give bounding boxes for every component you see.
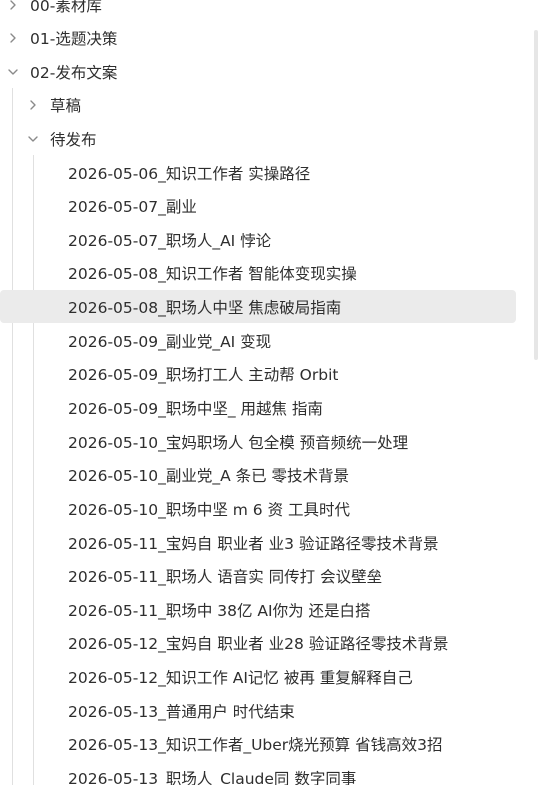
chevron-right-icon[interactable] xyxy=(6,0,20,12)
file-label: 2026-05-11_职场中 38亿 AI你为 还是白搭 xyxy=(68,601,371,620)
folder-label: 01-选题决策 xyxy=(30,29,118,48)
folder-pending[interactable]: 待发布 xyxy=(26,122,526,155)
chevron-right-icon[interactable] xyxy=(26,98,40,112)
scrollbar-thumb[interactable] xyxy=(534,30,538,360)
file-item[interactable]: 2026-05-11_宝妈自 职业者 业3 验证路径零技术背景 xyxy=(68,526,508,559)
file-label: 2026-05-13_职场人_Claude同 数字同事 xyxy=(68,769,357,785)
file-label: 2026-05-13_普通用户 时代结束 xyxy=(68,702,295,721)
file-label: 2026-05-10_宝妈职场人 包全模 预音频统一处理 xyxy=(68,433,409,452)
file-item[interactable]: 2026-05-13_职场人_Claude同 数字同事 xyxy=(68,761,508,785)
file-label: 2026-05-08_知识工作者 智能体变现实操 xyxy=(68,264,357,283)
file-item[interactable]: 2026-05-12_知识工作 AI记忆 被再 重复解释自己 xyxy=(68,660,508,693)
indent-guide xyxy=(12,88,13,785)
folder-label: 02-发布文案 xyxy=(30,63,118,82)
file-label: 2026-05-07_副业 xyxy=(68,197,197,216)
file-item[interactable]: 2026-05-07_职场人_AI 悖论 xyxy=(68,223,508,256)
file-label: 2026-05-09_职场打工人 主动帮 Orbit xyxy=(68,365,339,384)
file-item-selected[interactable]: 2026-05-08_职场人中坚 焦虑破局指南 xyxy=(0,290,516,323)
file-label: 2026-05-10_副业党_A 条已 零技术背景 xyxy=(68,466,350,485)
file-label: 2026-05-10_职场中坚 m 6 资 工具时代 xyxy=(68,500,350,519)
file-item[interactable]: 2026-05-09_副业党_AI 变现 xyxy=(68,324,508,357)
file-item[interactable]: 2026-05-10_职场中坚 m 6 资 工具时代 xyxy=(68,492,508,525)
file-label: 2026-05-12_宝妈自 职业者 业28 验证路径零技术背景 xyxy=(68,634,449,653)
file-item[interactable]: 2026-05-13_普通用户 时代结束 xyxy=(68,694,508,727)
folder-drafts[interactable]: 草稿 xyxy=(26,88,526,121)
folder-01-topic[interactable]: 01-选题决策 xyxy=(6,21,526,54)
chevron-right-icon[interactable] xyxy=(6,31,20,45)
folder-label: 草稿 xyxy=(50,96,82,115)
file-label: 2026-05-12_知识工作 AI记忆 被再 重复解释自己 xyxy=(68,668,413,687)
file-tree: 00-素材库 01-选题决策 02-发布文案 草稿 待发布 2026-05-06… xyxy=(0,0,539,785)
file-label: 2026-05-09_副业党_AI 变现 xyxy=(68,332,272,351)
file-label: 2026-05-08_职场人中坚 焦虑破局指南 xyxy=(68,298,342,317)
file-item[interactable]: 2026-05-11_职场中 38亿 AI你为 还是白搭 xyxy=(68,593,508,626)
indent-guide xyxy=(33,155,34,785)
file-item[interactable]: 2026-05-10_宝妈职场人 包全模 预音频统一处理 xyxy=(68,425,508,458)
file-item[interactable]: 2026-05-09_职场中坚_ 用越焦 指南 xyxy=(68,391,508,424)
scrollbar[interactable] xyxy=(533,0,539,785)
file-label: 2026-05-11_职场人 语音实 同传打 会议壁垒 xyxy=(68,567,383,586)
file-label: 2026-05-11_宝妈自 职业者 业3 验证路径零技术背景 xyxy=(68,534,439,553)
file-label: 2026-05-13_知识工作者_Uber烧光预算 省钱高效3招 xyxy=(68,735,443,754)
folder-00-material[interactable]: 00-素材库 xyxy=(6,0,526,21)
file-item[interactable]: 2026-05-10_副业党_A 条已 零技术背景 xyxy=(68,458,508,491)
file-label: 2026-05-07_职场人_AI 悖论 xyxy=(68,231,272,250)
file-label: 2026-05-09_职场中坚_ 用越焦 指南 xyxy=(68,399,323,418)
file-item[interactable]: 2026-05-08_知识工作者 智能体变现实操 xyxy=(68,256,508,289)
file-label: 2026-05-06_知识工作者 实操路径 xyxy=(68,164,311,183)
folder-label: 待发布 xyxy=(50,130,97,149)
file-item[interactable]: 2026-05-12_宝妈自 职业者 业28 验证路径零技术背景 xyxy=(68,626,508,659)
chevron-down-icon[interactable] xyxy=(26,132,40,146)
file-item[interactable]: 2026-05-13_知识工作者_Uber烧光预算 省钱高效3招 xyxy=(68,727,508,760)
folder-02-publish[interactable]: 02-发布文案 xyxy=(6,55,526,88)
file-item[interactable]: 2026-05-06_知识工作者 实操路径 xyxy=(68,156,508,189)
folder-label: 00-素材库 xyxy=(30,0,102,15)
chevron-down-icon[interactable] xyxy=(6,65,20,79)
file-item[interactable]: 2026-05-07_副业 xyxy=(68,189,508,222)
file-item[interactable]: 2026-05-09_职场打工人 主动帮 Orbit xyxy=(68,357,508,390)
file-item[interactable]: 2026-05-11_职场人 语音实 同传打 会议壁垒 xyxy=(68,559,508,592)
